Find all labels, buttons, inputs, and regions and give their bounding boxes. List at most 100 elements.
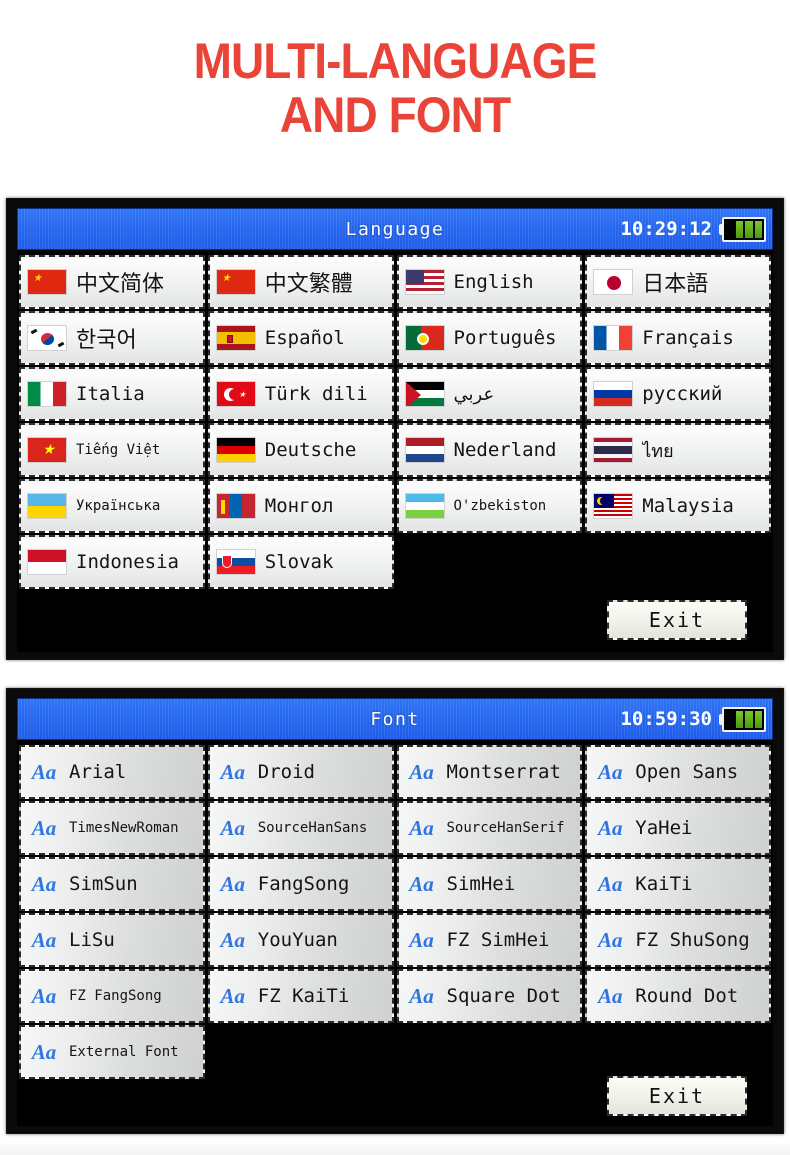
language-item-label: 日本語 <box>642 272 709 297</box>
battery-bar <box>754 710 762 728</box>
language-item-ไทย[interactable]: ไทย <box>585 423 771 477</box>
font-item-Open Sans[interactable]: Aa Open Sans <box>585 745 771 799</box>
flag-icon-mn <box>215 493 256 519</box>
flag-icon-nl <box>404 437 445 463</box>
language-item-Nederland[interactable]: Nederland <box>396 423 583 477</box>
flag-icon-fr <box>593 325 634 351</box>
font-item-label: FZ SimHei <box>446 929 550 951</box>
language-item-한국어[interactable]: 한국어 <box>19 311 205 365</box>
font-item-label: Open Sans <box>635 761 739 783</box>
language-item-Indonesia[interactable]: Indonesia <box>19 535 205 589</box>
page-title-line-1: MULTI-LANGUAGE <box>193 33 598 89</box>
font-item-label: FZ ShuSong <box>635 929 750 951</box>
font-item-label: External Font <box>69 1044 179 1060</box>
language-item-Português[interactable]: Português <box>396 311 583 365</box>
font-item-YaHei[interactable]: Aa YaHei <box>585 801 771 855</box>
font-item-SimSun[interactable]: Aa SimSun <box>19 857 205 911</box>
font-grid: Aa Arial Aa Droid Aa Montserrat Aa Open Sans Aa T… <box>17 742 773 1079</box>
battery-empty-segment <box>726 710 734 728</box>
flag-icon-es <box>215 325 256 351</box>
flag-icon-ae <box>404 381 445 407</box>
font-item-FZ SimHei[interactable]: Aa FZ SimHei <box>396 913 583 967</box>
font-item-SourceHanSerif[interactable]: Aa SourceHanSerif <box>396 801 583 855</box>
flag-icon-my <box>593 493 634 519</box>
language-item-Монгол[interactable]: Монгол <box>207 479 394 533</box>
page-title-line-2: AND FONT <box>279 87 511 143</box>
font-item-YouYuan[interactable]: Aa YouYuan <box>207 913 394 967</box>
language-item-English[interactable]: English <box>396 255 583 309</box>
language-item-label: русский <box>642 383 723 405</box>
flag-icon-th <box>593 437 634 463</box>
font-item-label: SourceHanSans <box>257 820 368 836</box>
font-item-LiSu[interactable]: Aa LiSu <box>19 913 205 967</box>
language-item-Tiếng Việt[interactable]: ★ Tiếng Việt <box>19 423 205 477</box>
language-item-label: Malaysia <box>642 495 734 517</box>
font-item-Square Dot[interactable]: Aa Square Dot <box>396 969 583 1023</box>
font-item-label: Droid <box>257 761 315 783</box>
language-item-label: 한국어 <box>76 328 137 353</box>
language-screen-title: Language <box>345 218 445 240</box>
flag-icon-cn: ★ <box>27 269 67 295</box>
aa-font-icon: Aa <box>220 927 245 952</box>
language-item-Malaysia[interactable]: Malaysia <box>585 479 771 533</box>
page-title: MULTI-LANGUAGE AND FONT <box>0 34 790 142</box>
language-item-label: English <box>453 271 534 293</box>
battery-empty-segment <box>726 220 734 238</box>
aa-font-icon: Aa <box>31 983 57 1008</box>
language-item-label: Indonesia <box>76 551 179 573</box>
language-item-label: Français <box>642 327 734 349</box>
language-item-Français[interactable]: Français <box>585 311 771 365</box>
font-item-TimesNewRoman[interactable]: Aa TimesNewRoman <box>19 801 205 855</box>
font-screen: Font 10:59:30 Aa Arial Aa Droid Aa Montser <box>17 698 773 1126</box>
language-item-O'zbekiston[interactable]: O'zbekiston <box>396 479 583 533</box>
flag-icon-cn: ★ <box>215 269 256 295</box>
language-item-Türk dili[interactable]: ★ Türk dili <box>207 367 394 421</box>
font-item-FangSong[interactable]: Aa FangSong <box>207 857 394 911</box>
font-item-Round Dot[interactable]: Aa Round Dot <box>585 969 771 1023</box>
font-item-label: Square Dot <box>446 985 561 1007</box>
aa-font-icon: Aa <box>31 815 57 840</box>
language-item-Italia[interactable]: Italia <box>19 367 205 421</box>
flag-icon-it <box>27 381 67 407</box>
font-item-label: Montserrat <box>446 761 561 783</box>
font-item-label: FangSong <box>257 873 350 895</box>
font-item-External Font[interactable]: Aa External Font <box>19 1025 205 1079</box>
language-item-Deutsche[interactable]: Deutsche <box>207 423 394 477</box>
font-item-FZ FangSong[interactable]: Aa FZ FangSong <box>19 969 205 1023</box>
font-item-SourceHanSans[interactable]: Aa SourceHanSans <box>207 801 394 855</box>
aa-font-icon: Aa <box>220 871 245 896</box>
exit-button[interactable]: Exit <box>607 1076 747 1116</box>
language-item-label: Português <box>453 327 557 349</box>
aa-font-icon: Aa <box>220 983 245 1008</box>
exit-button[interactable]: Exit <box>607 600 747 640</box>
font-item-FZ ShuSong[interactable]: Aa FZ ShuSong <box>585 913 771 967</box>
language-item-عربي[interactable]: عربي <box>396 367 583 421</box>
language-item-日本語[interactable]: 日本語 <box>585 255 771 309</box>
language-item-Українська[interactable]: Українська <box>19 479 205 533</box>
battery-bar <box>736 710 744 728</box>
font-item-Montserrat[interactable]: Aa Montserrat <box>396 745 583 799</box>
font-item-label: FZ FangSong <box>69 988 162 1004</box>
font-item-KaiTi[interactable]: Aa KaiTi <box>585 857 771 911</box>
flag-icon-vn: ★ <box>27 437 67 463</box>
language-item-Español[interactable]: Español <box>207 311 394 365</box>
battery-body <box>722 706 766 732</box>
language-item-label: Deutsche <box>264 439 357 461</box>
aa-font-icon: Aa <box>31 759 57 784</box>
language-item-Slovak[interactable]: Slovak <box>207 535 394 589</box>
language-item-label: 中文繁體 <box>264 272 353 297</box>
flag-icon-kr <box>27 325 67 351</box>
font-titlebar: Font 10:59:30 <box>17 698 773 740</box>
flag-icon-tr: ★ <box>215 381 256 407</box>
battery-body <box>722 216 766 242</box>
font-item-SimHei[interactable]: Aa SimHei <box>396 857 583 911</box>
screenshot-root: MULTI-LANGUAGE AND FONT Language 10:29:1… <box>0 0 790 1155</box>
font-item-Arial[interactable]: Aa Arial <box>19 745 205 799</box>
language-item-русский[interactable]: русский <box>585 367 771 421</box>
font-item-Droid[interactable]: Aa Droid <box>207 745 394 799</box>
font-status-area: 10:59:30 <box>620 699 766 739</box>
bottom-strip <box>0 1141 790 1155</box>
font-item-FZ KaiTi[interactable]: Aa FZ KaiTi <box>207 969 394 1023</box>
language-item-中文简体[interactable]: ★ 中文简体 <box>19 255 205 309</box>
language-item-中文繁體[interactable]: ★ 中文繁體 <box>207 255 394 309</box>
